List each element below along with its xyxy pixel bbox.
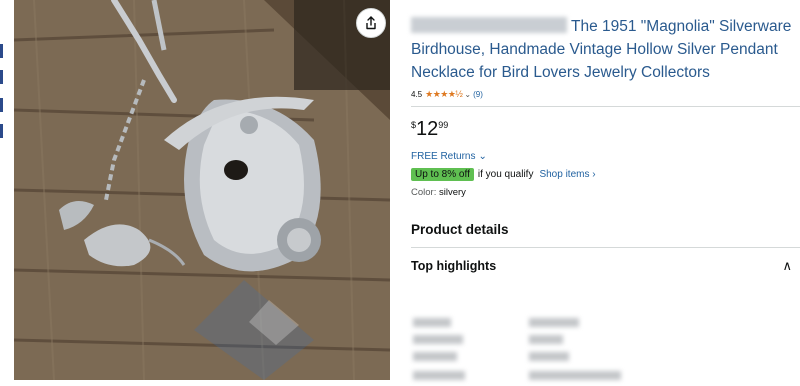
redacted-spec-label [413,352,457,361]
divider [411,106,800,107]
redacted-spec-value [529,371,621,380]
chevron-up-icon[interactable]: ∧ [782,258,792,274]
review-count-link[interactable]: (9) [473,90,483,99]
redacted-brand [411,17,567,33]
color-label: Color: [411,187,437,198]
free-returns-label: FREE Returns [411,151,476,162]
thumbnail-marker[interactable] [0,44,3,58]
price: $ 12 99 [411,118,800,142]
top-highlights-heading: Top highlights [411,259,497,273]
top-highlights-toggle[interactable]: Top highlights ∧ [411,248,800,284]
product-details-heading: Product details [411,222,509,237]
product-title[interactable]: The 1951 "Magnolia" Silverware Birdhouse… [411,15,796,84]
product-image[interactable] [14,0,390,380]
thumbnail-marker[interactable] [0,124,3,138]
redacted-spec-label [413,335,463,344]
price-whole: 12 [416,118,439,140]
star-rating-icon[interactable]: ★★★★½ [425,89,463,100]
thumbnail-marker[interactable] [0,98,3,112]
redacted-spec-label [413,318,451,327]
redacted-spec-label [413,371,465,380]
redacted-spec-value [529,318,579,327]
share-button[interactable] [356,8,386,38]
color-value: silvery [438,187,466,198]
color-row: Color: silvery [411,187,800,198]
redacted-spec-value [529,335,563,344]
left-thumbnail-strip [0,0,14,386]
product-info-panel: The 1951 "Magnolia" Silverware Birdhouse… [411,0,800,386]
chevron-down-icon[interactable]: ⌄ [464,90,471,99]
share-icon [366,16,376,30]
promo-text: if you qualify [477,169,534,180]
shop-items-link[interactable]: Shop items › [539,169,595,180]
promo-row: Up to 8% off if you qualify Shop items › [411,168,800,181]
product-photo-illustration [14,0,390,380]
rating-value: 4.5 [411,89,423,99]
free-returns-link[interactable]: FREE Returns ⌄ [411,151,800,162]
promo-badge: Up to 8% off [411,168,474,181]
rating-row: 4.5 ★★★★½ ⌄ (9) [411,88,800,100]
thumbnail-marker[interactable] [0,70,3,84]
redacted-spec-value [529,352,569,361]
chevron-down-icon: ⌄ [478,151,487,162]
price-fraction: 99 [438,120,449,130]
